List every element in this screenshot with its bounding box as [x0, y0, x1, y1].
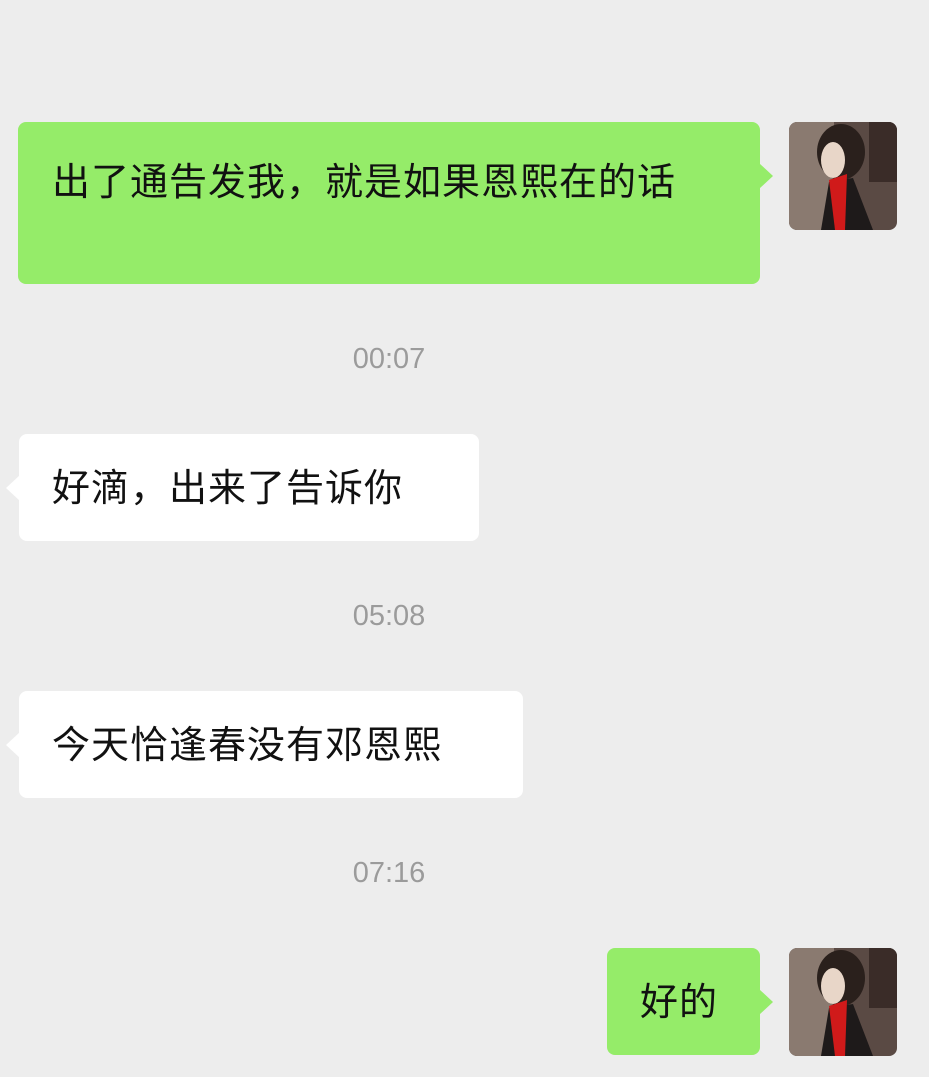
- message-text: 出了通告发我，就是如果恩熙在的话: [52, 160, 677, 204]
- avatar-photo-icon: [789, 122, 897, 230]
- message-text: 今天恰逢春没有邓恩熙: [52, 723, 443, 767]
- avatar[interactable]: [789, 122, 897, 230]
- avatar[interactable]: [789, 948, 897, 1056]
- message-text: 好的: [640, 980, 719, 1024]
- timestamp: 05:08: [352, 600, 426, 632]
- message-bubble-received[interactable]: 好滴，出来了告诉你: [6, 434, 479, 541]
- timestamp: 07:16: [352, 857, 426, 889]
- message-text: 好滴，出来了告诉你: [52, 466, 404, 510]
- message-bubble-received[interactable]: 今天恰逢春没有邓恩熙: [6, 691, 523, 798]
- avatar-photo-icon: [789, 948, 897, 1056]
- timestamp: 00:07: [352, 343, 426, 375]
- message-bubble-sent[interactable]: 好的: [607, 948, 773, 1055]
- message-bubble-sent[interactable]: 出了通告发我，就是如果恩熙在的话: [18, 122, 773, 284]
